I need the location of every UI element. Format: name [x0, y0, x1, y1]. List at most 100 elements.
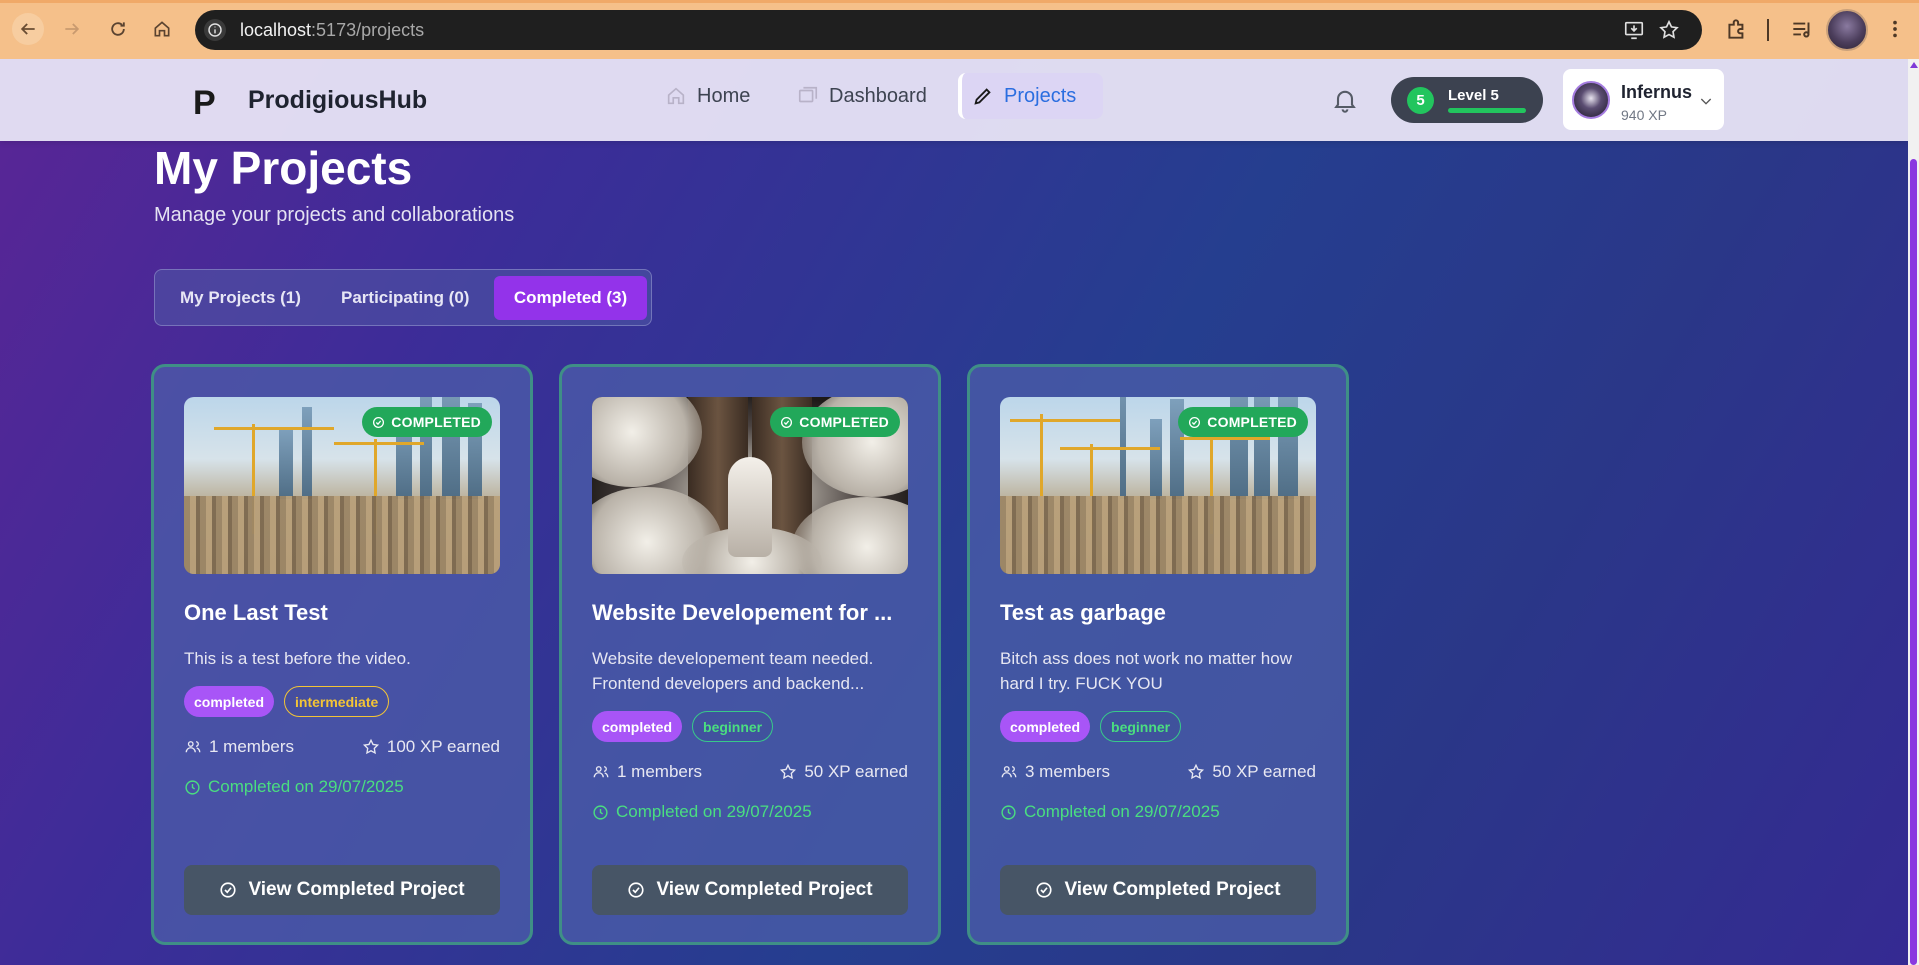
view-button-label: View Completed Project — [248, 879, 465, 900]
completed-date: Completed on 29/07/2025 — [1000, 802, 1220, 822]
project-tags: completed intermediate — [184, 686, 390, 717]
browser-home-button[interactable] — [147, 14, 177, 44]
project-image: COMPLETED — [1000, 397, 1316, 574]
user-menu[interactable]: Infernus 940 XP — [1563, 69, 1724, 130]
nav-dashboard-label: Dashboard — [829, 84, 927, 107]
status-badge-label: COMPLETED — [391, 414, 481, 430]
check-circle-icon — [781, 416, 793, 428]
logo-icon[interactable]: P — [193, 84, 216, 123]
members-label: 3 members — [1025, 762, 1111, 781]
clock-icon — [185, 779, 200, 795]
members-count: 1 members — [184, 737, 294, 757]
project-meta: 1 members 100 XP earned — [184, 737, 500, 761]
star-icon — [362, 738, 379, 755]
status-badge-label: COMPLETED — [799, 414, 889, 430]
bookmark-star-icon[interactable] — [1658, 19, 1680, 41]
project-card[interactable]: COMPLETED Website Developement for ... W… — [559, 364, 941, 945]
check-circle-icon — [628, 882, 645, 898]
level-indicator[interactable]: 5 Level 5 — [1391, 77, 1543, 123]
forward-button[interactable] — [57, 14, 87, 44]
status-badge-label: COMPLETED — [1207, 414, 1297, 430]
project-meta: 3 members 50 XP earned — [1000, 762, 1316, 786]
more-vertical-icon — [1893, 20, 1897, 38]
tab-participating[interactable]: Participating (0) — [321, 276, 489, 320]
completed-date: Completed on 29/07/2025 — [592, 802, 812, 822]
view-completed-project-button[interactable]: View Completed Project — [1000, 865, 1316, 915]
project-tags: completed beginner — [1000, 711, 1182, 742]
url-host: localhost — [240, 19, 312, 40]
arrow-left-icon — [20, 23, 35, 35]
toolbar-divider — [1767, 19, 1769, 41]
star-icon — [780, 763, 797, 780]
project-card[interactable]: COMPLETED Test as garbage Bitch ass does… — [967, 364, 1349, 945]
arrow-right-icon — [65, 23, 80, 35]
address-bar[interactable]: localhost:5173/projects — [195, 10, 1702, 50]
clock-icon — [593, 804, 608, 820]
extensions-icon[interactable] — [1724, 16, 1750, 42]
xp-label: 100 XP earned — [386, 737, 500, 756]
browser-menu-button[interactable] — [1884, 16, 1906, 42]
tab-completed[interactable]: Completed (3) — [494, 276, 647, 320]
tab-my-projects[interactable]: My Projects (1) — [160, 276, 321, 320]
project-tags: completed beginner — [592, 711, 774, 742]
xp-earned: 50 XP earned — [779, 762, 908, 782]
difficulty-chip: beginner — [692, 711, 774, 742]
user-xp: 940 XP — [1621, 107, 1667, 123]
view-completed-project-button[interactable]: View Completed Project — [184, 865, 500, 915]
scroll-up-arrow[interactable] — [1910, 62, 1918, 68]
media-control-icon[interactable] — [1789, 16, 1815, 42]
bell-icon — [1334, 90, 1356, 113]
status-badge: COMPLETED — [362, 407, 492, 437]
install-app-icon[interactable] — [1623, 19, 1645, 41]
nav-home[interactable]: Home — [655, 73, 760, 119]
page-subtitle: Manage your projects and collaborations — [154, 204, 515, 226]
check-circle-icon — [220, 882, 237, 898]
status-chip: completed — [184, 686, 275, 717]
nav-projects-label: Projects — [1004, 84, 1077, 107]
project-description: Website developement team needed. Fronte… — [592, 649, 874, 693]
dashboard-icon — [798, 86, 818, 103]
project-title: Test as garbage — [1000, 600, 1166, 625]
members-count: 1 members — [592, 762, 702, 782]
users-icon — [1001, 766, 1017, 778]
project-title: Website Developement for ... — [592, 600, 893, 625]
status-chip: completed — [1000, 711, 1091, 742]
xp-earned: 100 XP earned — [362, 737, 500, 757]
brand-name[interactable]: ProdigiousHub — [248, 86, 427, 115]
profile-avatar[interactable] — [1826, 9, 1868, 51]
project-card[interactable]: COMPLETED One Last Test This is a test b… — [151, 364, 533, 945]
project-image: COMPLETED — [592, 397, 908, 574]
completed-date-label: Completed on 29/07/2025 — [1024, 802, 1220, 821]
project-title: One Last Test — [184, 600, 328, 625]
user-avatar — [1572, 81, 1610, 119]
level-label: Level 5 — [1448, 87, 1499, 104]
page-scrollbar[interactable] — [1908, 59, 1919, 965]
back-button[interactable] — [12, 13, 44, 45]
browser-toolbar: localhost:5173/projects — [0, 0, 1919, 59]
view-button-label: View Completed Project — [656, 879, 873, 900]
tab-strip-edge — [0, 0, 1919, 3]
reload-icon — [111, 22, 125, 36]
view-completed-project-button[interactable]: View Completed Project — [592, 865, 908, 915]
site-info-icon[interactable] — [204, 19, 226, 41]
chevron-down-icon — [1700, 98, 1712, 105]
completed-date-label: Completed on 29/07/2025 — [208, 777, 404, 796]
notifications-button[interactable] — [1331, 86, 1359, 114]
star-icon — [1188, 763, 1205, 780]
completed-date: Completed on 29/07/2025 — [184, 777, 404, 797]
url-text: localhost:5173/projects — [240, 20, 424, 41]
nav-dashboard[interactable]: Dashboard — [787, 73, 937, 119]
clock-icon — [1001, 804, 1016, 820]
reload-button[interactable] — [103, 14, 133, 44]
difficulty-chip: intermediate — [284, 686, 390, 717]
project-description: This is a test before the video. — [184, 649, 411, 668]
scrollbar-thumb[interactable] — [1910, 159, 1917, 965]
page-title: My Projects — [154, 142, 413, 194]
xp-earned: 50 XP earned — [1187, 762, 1316, 782]
members-label: 1 members — [617, 762, 703, 781]
nav-projects[interactable]: Projects — [958, 73, 1103, 119]
level-progress-bar — [1448, 108, 1526, 113]
members-count: 3 members — [1000, 762, 1110, 782]
page-viewport: P ProdigiousHub Home Dashboard Projects … — [0, 59, 1908, 965]
check-circle-icon — [1036, 882, 1053, 898]
